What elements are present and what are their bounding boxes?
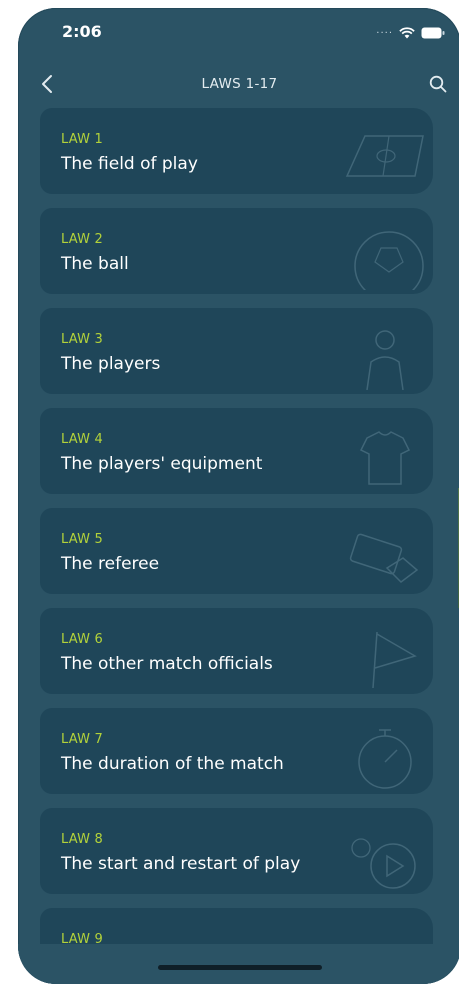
law-number: LAW 6 — [61, 632, 103, 647]
phone-screen: 2:06 ···· LAWS 1-17 LAW 1 The field of p… — [18, 8, 459, 984]
bottom-area — [18, 944, 459, 984]
shirt-icon — [359, 431, 411, 485]
law-title: The other match officials — [61, 654, 273, 674]
status-time: 2:06 — [62, 22, 102, 41]
law-title: The referee — [61, 554, 160, 574]
stopwatch-icon — [358, 729, 412, 789]
law-number: LAW 4 — [61, 432, 103, 447]
law-card-7[interactable]: LAW 7 The duration of the match — [40, 708, 433, 794]
law-card-6[interactable]: LAW 6 The other match officials — [40, 608, 433, 694]
law-number: LAW 8 — [61, 832, 103, 847]
law-number: LAW 7 — [61, 732, 103, 747]
law-number: LAW 3 — [61, 332, 103, 347]
ball-icon — [354, 231, 424, 290]
player-icon — [366, 330, 404, 390]
status-icons: ···· — [376, 24, 445, 43]
law-title: The duration of the match — [61, 754, 284, 774]
law-title: The players' equipment — [61, 454, 263, 474]
home-indicator[interactable] — [157, 965, 322, 970]
referee-cards-icon — [349, 533, 419, 583]
law-card-1[interactable]: LAW 1 The field of play — [40, 108, 433, 194]
field-icon — [345, 135, 424, 177]
law-card-2[interactable]: LAW 2 The ball — [40, 208, 433, 294]
law-title: The field of play — [61, 154, 198, 174]
law-card-3[interactable]: LAW 3 The players — [40, 308, 433, 394]
law-number: LAW 5 — [61, 532, 103, 547]
law-card-8[interactable]: LAW 8 The start and restart of play — [40, 808, 433, 894]
law-number: LAW 2 — [61, 232, 103, 247]
status-bar: 2:06 ···· — [18, 8, 459, 56]
search-button[interactable] — [423, 69, 453, 99]
law-card-5[interactable]: LAW 5 The referee — [40, 508, 433, 594]
page-title: LAWS 1-17 — [201, 76, 278, 92]
law-title: The start and restart of play — [61, 854, 301, 874]
search-icon — [429, 75, 447, 93]
battery-icon — [421, 24, 445, 43]
navigation-bar: LAWS 1-17 — [18, 63, 459, 107]
law-number: LAW 1 — [61, 132, 103, 147]
signal-icon: ···· — [376, 28, 393, 39]
wifi-icon — [399, 24, 415, 43]
law-title: The ball — [61, 254, 129, 274]
law-title: The players — [61, 354, 161, 374]
law-card-4[interactable]: LAW 4 The players' equipment — [40, 408, 433, 494]
kickoff-icon — [351, 838, 416, 889]
flag-icon — [372, 631, 417, 689]
